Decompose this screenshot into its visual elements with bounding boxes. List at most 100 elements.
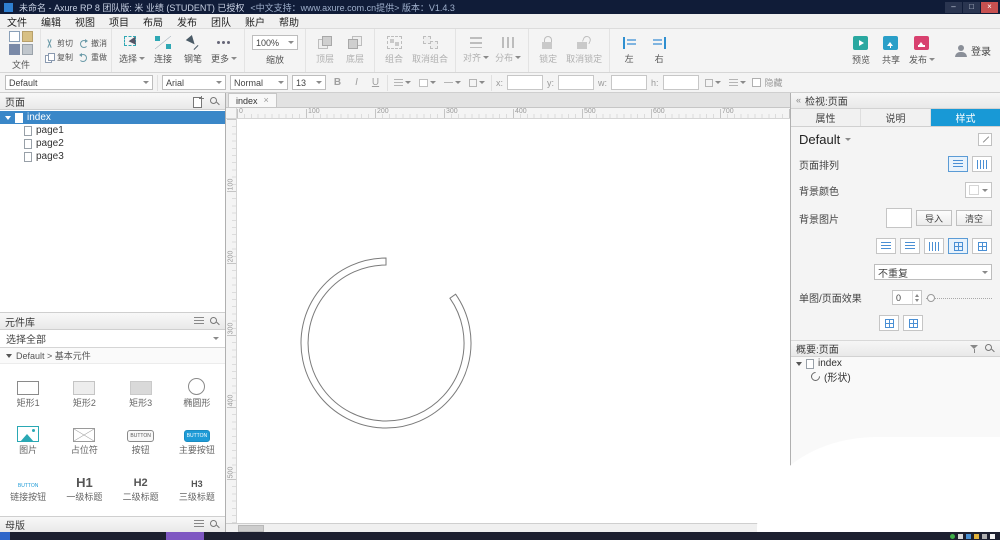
collapse-panel-icon[interactable]: « (796, 96, 801, 105)
unlock-button[interactable]: 取消锁定 (563, 35, 605, 66)
arc-shape-widget[interactable] (237, 119, 790, 523)
text-align-dropdown[interactable] (392, 75, 413, 90)
menu-publish[interactable]: 发布 (170, 14, 204, 29)
connect-mode-button[interactable]: 连接 (148, 35, 178, 66)
page-node-page3[interactable]: page3 (0, 150, 225, 163)
shadow-dropdown[interactable] (727, 75, 748, 90)
search-icon[interactable] (209, 96, 220, 107)
publish-button[interactable]: 发布 (906, 35, 938, 67)
send-to-back-button[interactable]: 底层 (340, 35, 370, 66)
clear-button[interactable]: 清空 (955, 210, 992, 226)
outline-header[interactable]: 概要:页面 (791, 341, 1000, 357)
tab-style[interactable]: 样式 (931, 109, 1000, 126)
effect-option-2-button[interactable] (903, 315, 923, 331)
tray-icon[interactable] (950, 533, 955, 539)
pen-tool-button[interactable]: 钢笔 (178, 35, 208, 66)
widget-button[interactable]: BUTTON 按钮 (113, 411, 169, 458)
stepper-arrows[interactable] (912, 291, 921, 304)
list-icon[interactable] (194, 520, 204, 529)
widget-image[interactable]: 图片 (0, 411, 56, 458)
chevron-down-icon[interactable] (845, 137, 852, 141)
widget-section-header[interactable]: Default > 基本元件 (0, 348, 225, 364)
x-input[interactable] (507, 75, 544, 90)
import-button[interactable]: 导入 (915, 210, 952, 226)
widget-h2[interactable]: H2 二级标题 (113, 458, 169, 505)
design-canvas[interactable] (237, 119, 790, 523)
font-family-select[interactable]: Arial (162, 75, 226, 90)
widget-ellipse[interactable]: 椭圆形 (169, 364, 225, 411)
bg-color-picker[interactable] (965, 182, 992, 198)
slider-knob[interactable] (927, 293, 935, 302)
effect-slider[interactable] (926, 291, 992, 305)
tab-index[interactable]: index × (228, 93, 277, 107)
cut-button[interactable]: 剪切 (45, 37, 73, 51)
menu-help[interactable]: 帮助 (272, 14, 306, 29)
menu-account[interactable]: 账户 (238, 14, 272, 29)
more-format-dropdown[interactable] (703, 75, 723, 90)
widget-primary-button[interactable]: BUTTON 主要按钮 (169, 411, 225, 458)
login-button[interactable]: 登录 (952, 42, 994, 59)
menu-view[interactable]: 视图 (68, 14, 102, 29)
tray-icon[interactable] (982, 533, 987, 539)
arrange-center-button[interactable] (972, 156, 992, 172)
edit-style-icon[interactable] (978, 132, 992, 146)
ungroup-button[interactable]: 取消组合 (409, 35, 451, 66)
y-input[interactable] (558, 75, 595, 90)
group-button[interactable]: 组合 (379, 35, 409, 66)
line-color-dropdown[interactable] (442, 75, 463, 90)
inspector-header[interactable]: « 检视:页面 (791, 93, 1000, 109)
search-icon[interactable] (209, 519, 220, 530)
widget-horizontal-line[interactable] (113, 505, 169, 516)
bold-button[interactable]: B (330, 75, 345, 90)
bg-align-5-button[interactable] (972, 238, 992, 254)
menu-team[interactable]: 团队 (204, 14, 238, 29)
add-page-icon[interactable] (193, 95, 204, 108)
widget-vertical-line[interactable] (169, 505, 225, 516)
zoom-select[interactable]: 100% (252, 35, 299, 50)
minimize-button[interactable]: – (945, 1, 962, 13)
distribute-button[interactable]: 分布 (492, 36, 524, 65)
bg-repeat-select[interactable]: 不重复 (874, 264, 992, 280)
search-icon[interactable] (209, 316, 220, 327)
effect-option-1-button[interactable] (879, 315, 899, 331)
widget-rect2[interactable]: 矩形2 (56, 364, 112, 411)
tray-icon[interactable] (966, 533, 971, 539)
file-tools-button[interactable]: 文件 (6, 30, 36, 72)
align-right-button[interactable]: 右 (644, 36, 674, 66)
font-weight-select[interactable]: Normal (230, 75, 288, 90)
widget-library-select[interactable]: 选择全部 (0, 330, 225, 348)
maximize-button[interactable]: □ (963, 1, 980, 13)
tab-properties[interactable]: 属性 (791, 109, 861, 126)
tray-icon[interactable] (990, 533, 995, 539)
widget-placeholder[interactable]: 占位符 (56, 411, 112, 458)
page-node-page2[interactable]: page2 (0, 137, 225, 150)
widget-h1[interactable]: H1 一级标题 (56, 458, 112, 505)
widget-paragraph[interactable] (56, 505, 112, 516)
border-style-dropdown[interactable] (467, 75, 487, 90)
bg-align-3-button[interactable] (924, 238, 944, 254)
font-size-select[interactable]: 13 (292, 75, 326, 90)
select-mode-button[interactable]: 选择 (116, 35, 148, 66)
filter-icon[interactable] (970, 344, 979, 354)
tray-icon[interactable] (958, 533, 963, 539)
bring-to-front-button[interactable]: 顶层 (310, 35, 340, 66)
underline-button[interactable]: U (368, 75, 383, 90)
bg-align-1-button[interactable] (876, 238, 896, 254)
list-icon[interactable] (194, 316, 204, 326)
fill-color-dropdown[interactable] (417, 75, 438, 90)
tab-notes[interactable]: 说明 (861, 109, 931, 126)
outline-node-shape[interactable]: (形状) (791, 370, 1000, 384)
tray-icon[interactable] (974, 533, 979, 539)
page-node-index[interactable]: index (0, 111, 225, 124)
undo-button[interactable]: 撤消 (79, 37, 107, 51)
arrange-left-button[interactable] (948, 156, 968, 172)
tree-expand-icon[interactable] (796, 361, 802, 366)
start-button[interactable] (0, 532, 10, 540)
close-button[interactable]: × (981, 1, 998, 13)
bg-image-preview[interactable] (885, 208, 912, 228)
outline-node-index[interactable]: index (791, 357, 1000, 370)
hidden-checkbox[interactable] (751, 78, 761, 87)
h-input[interactable] (662, 75, 699, 90)
share-button[interactable]: 共享 (876, 35, 906, 67)
widget-style-select[interactable]: Default (5, 75, 153, 90)
